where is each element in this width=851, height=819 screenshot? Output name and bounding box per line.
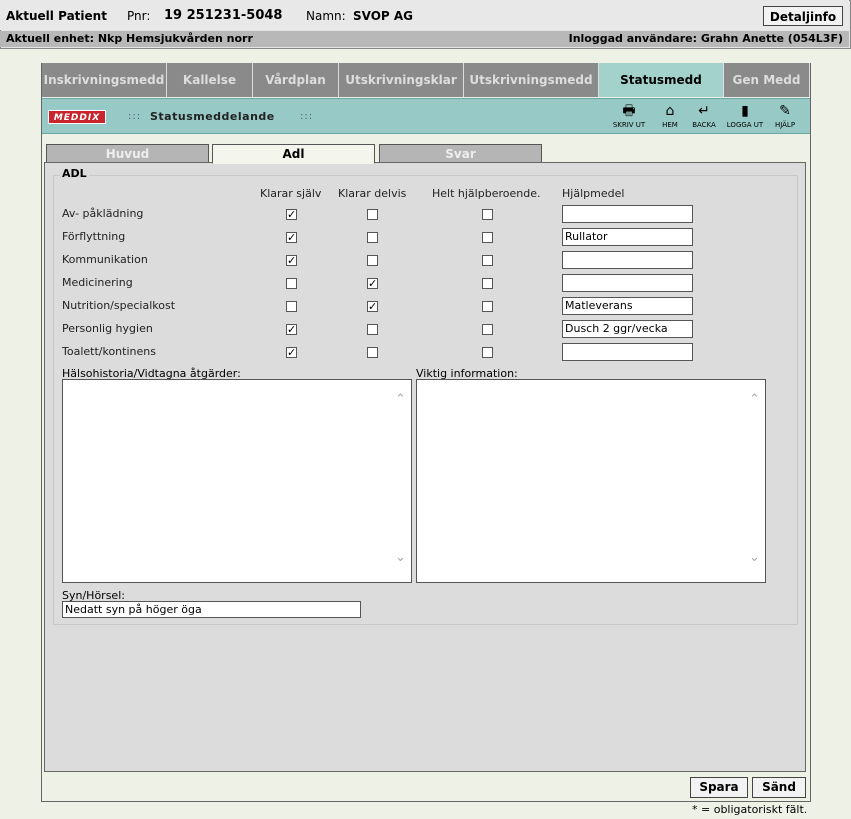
checkbox-self[interactable] xyxy=(286,232,297,243)
meddix-logo: MEDDIX xyxy=(48,110,106,124)
name-label: Namn: xyxy=(306,9,346,23)
checkbox-self[interactable] xyxy=(286,324,297,335)
important-info-textarea[interactable] xyxy=(416,379,766,583)
help-tool[interactable]: ✎ HJÄLP xyxy=(767,103,803,129)
tab-statusmedd[interactable]: Statusmedd xyxy=(599,63,724,97)
current-patient-label: Aktuell Patient xyxy=(6,9,107,23)
col-header-dependent: Helt hjälpberoende. xyxy=(432,187,541,200)
checkbox-dependent[interactable] xyxy=(482,278,493,289)
mandatory-footnote: * = obligatoriskt fält. xyxy=(692,803,808,816)
adl-row-label: Av- påklädning xyxy=(62,207,144,220)
aid-field[interactable]: Dusch 2 ggr/vecka xyxy=(562,320,693,338)
checkbox-partial[interactable] xyxy=(367,209,378,220)
save-button[interactable]: Spara xyxy=(690,777,748,798)
vision-hearing-field[interactable]: Nedatt syn på höger öga xyxy=(62,601,361,618)
aid-field[interactable] xyxy=(562,343,693,361)
col-header-aid: Hjälpmedel xyxy=(562,187,625,200)
health-history-textarea[interactable] xyxy=(62,379,412,583)
checkbox-dependent[interactable] xyxy=(482,324,493,335)
print-tool-label: SKRIV UT xyxy=(612,121,646,129)
detail-info-button[interactable]: Detaljinfo xyxy=(763,6,843,26)
checkbox-self[interactable] xyxy=(286,209,297,220)
scroll-down-icon[interactable]: ⌄ xyxy=(395,550,406,565)
help-icon: ✎ xyxy=(779,103,791,119)
home-tool[interactable]: ⌂ HEM xyxy=(657,103,683,129)
printer-icon: 🖶 xyxy=(622,103,636,119)
aid-field[interactable] xyxy=(562,251,693,269)
logged-in-user: Inloggad användare: Grahn Anette (054L3F… xyxy=(568,32,843,45)
checkbox-self[interactable] xyxy=(286,347,297,358)
tab-kallelse[interactable]: Kallelse xyxy=(167,63,253,97)
col-header-self: Klarar själv xyxy=(260,187,322,200)
aid-field[interactable]: Matleverans xyxy=(562,297,693,315)
tab-inskrivningsmedd[interactable]: Inskrivningsmedd xyxy=(42,63,167,97)
home-tool-label: HEM xyxy=(662,121,678,129)
checkbox-partial[interactable] xyxy=(367,301,378,312)
logout-tool-label: LOGGA UT xyxy=(726,121,764,129)
scroll-up-icon[interactable]: ⌃ xyxy=(749,392,760,407)
print-tool[interactable]: 🖶 SKRIV UT xyxy=(605,103,653,129)
help-tool-label: HJÄLP xyxy=(774,121,796,129)
back-icon: ↵ xyxy=(698,103,710,119)
checkbox-partial[interactable] xyxy=(367,278,378,289)
checkbox-partial[interactable] xyxy=(367,324,378,335)
back-tool-label: BACKA xyxy=(692,121,716,129)
home-icon: ⌂ xyxy=(665,103,675,119)
banner-title: Statusmeddelande xyxy=(150,110,275,123)
logout-icon: ▮ xyxy=(741,103,749,119)
aid-field[interactable] xyxy=(562,274,693,292)
checkbox-partial[interactable] xyxy=(367,347,378,358)
tab-vardplan[interactable]: Vårdplan xyxy=(253,63,339,97)
logout-tool[interactable]: ▮ LOGGA UT xyxy=(725,103,765,129)
aid-field[interactable] xyxy=(562,205,693,223)
subtab-adl[interactable]: Adl xyxy=(212,144,375,164)
aid-field[interactable]: Rullator xyxy=(562,228,693,246)
unit-row: Aktuell enhet: Nkp Hemsjukvården norr In… xyxy=(0,31,849,47)
subtab-svar[interactable]: Svar xyxy=(379,144,542,163)
send-button[interactable]: Sänd xyxy=(752,777,806,798)
scroll-up-icon[interactable]: ⌃ xyxy=(395,392,406,407)
checkbox-dependent[interactable] xyxy=(482,301,493,312)
checkbox-self[interactable] xyxy=(286,255,297,266)
tab-utskrivningsmedd[interactable]: Utskrivningsmedd xyxy=(464,63,599,97)
checkbox-self[interactable] xyxy=(286,301,297,312)
adl-legend: ADL xyxy=(60,167,89,180)
adl-row-label: Medicinering xyxy=(62,276,133,289)
name-value: SVOP AG xyxy=(353,9,414,23)
back-tool[interactable]: ↵ BACKA xyxy=(686,103,722,129)
tab-bar: Inskrivningsmedd Kallelse Vårdplan Utskr… xyxy=(42,63,810,97)
subtab-huvud[interactable]: Huvud xyxy=(46,144,209,163)
patient-info-row: Aktuell Patient Pnr: 19 251231-5048 Namn… xyxy=(0,0,849,30)
banner-separator: ::: xyxy=(128,111,142,122)
checkbox-dependent[interactable] xyxy=(482,232,493,243)
checkbox-partial[interactable] xyxy=(367,232,378,243)
checkbox-self[interactable] xyxy=(286,278,297,289)
pnr-value: 19 251231-5048 xyxy=(164,8,283,23)
tab-gen-medd[interactable]: Gen Medd xyxy=(724,63,810,97)
adl-row-label: Toalett/kontinens xyxy=(62,345,156,358)
adl-row-label: Personlig hygien xyxy=(62,322,153,335)
checkbox-dependent[interactable] xyxy=(482,209,493,220)
adl-row-label: Kommunikation xyxy=(62,253,148,266)
checkbox-dependent[interactable] xyxy=(482,255,493,266)
checkbox-partial[interactable] xyxy=(367,255,378,266)
scroll-down-icon[interactable]: ⌄ xyxy=(749,550,760,565)
col-header-partial: Klarar delvis xyxy=(338,187,407,200)
current-unit: Aktuell enhet: Nkp Hemsjukvården norr xyxy=(6,32,253,45)
checkbox-dependent[interactable] xyxy=(482,347,493,358)
adl-row-label: Förflyttning xyxy=(62,230,126,243)
banner-separator: ::: xyxy=(300,111,314,122)
tab-utskrivningsklar[interactable]: Utskrivningsklar xyxy=(339,63,464,97)
adl-row-label: Nutrition/specialkost xyxy=(62,299,176,312)
pnr-label: Pnr: xyxy=(127,9,151,23)
